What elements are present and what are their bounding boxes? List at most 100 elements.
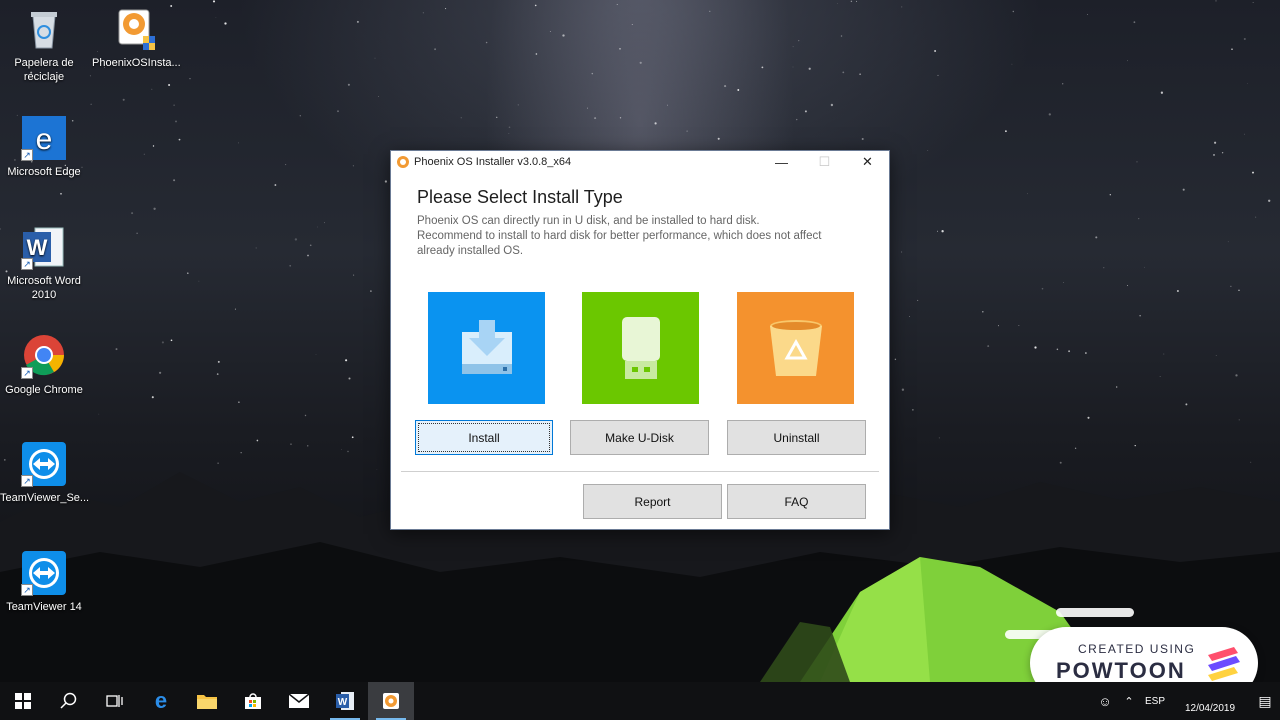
star xyxy=(1215,355,1217,356)
usb-drive-icon xyxy=(621,317,660,379)
clock[interactable]: 12/04/2019 xyxy=(1170,688,1250,715)
star xyxy=(1139,315,1141,317)
desktop-icon-chrome[interactable]: ↗ Google Chrome xyxy=(0,333,88,397)
star xyxy=(143,153,145,155)
star xyxy=(1048,113,1051,116)
star xyxy=(1005,130,1007,133)
star xyxy=(1027,193,1028,195)
star xyxy=(370,290,372,292)
divider xyxy=(401,471,879,472)
star xyxy=(901,251,903,253)
title-bar[interactable]: Phoenix OS Installer v3.0.8_x64 — ☐ ✕ xyxy=(391,151,889,173)
description: Phoenix OS can directly run in U disk, a… xyxy=(417,214,877,259)
star xyxy=(549,31,551,32)
star xyxy=(496,116,498,118)
star xyxy=(1012,10,1015,13)
star xyxy=(1087,14,1088,15)
star xyxy=(1160,91,1164,94)
star xyxy=(798,39,800,42)
make-udisk-tile[interactable] xyxy=(582,292,699,404)
windows-start-icon[interactable] xyxy=(0,682,46,720)
star xyxy=(274,184,277,186)
mail-icon[interactable] xyxy=(276,682,322,720)
star xyxy=(460,117,462,119)
star xyxy=(285,164,287,166)
desktop-icon-teamviewer-setup[interactable]: ↗ TeamViewer_Se... xyxy=(0,441,89,505)
desktop-icon-recycle-bin[interactable]: Papelera de reciclaje xyxy=(0,6,88,84)
star xyxy=(591,72,594,75)
star xyxy=(151,88,153,90)
star xyxy=(238,142,239,144)
star xyxy=(434,48,437,51)
star xyxy=(161,341,164,344)
uninstall-button[interactable]: Uninstall xyxy=(727,420,866,455)
desktop-icon-label: Microsoft Edge xyxy=(7,166,81,178)
people-icon[interactable]: ☺ xyxy=(1092,694,1118,709)
desktop-icon-teamviewer[interactable]: ↗ TeamViewer 14 xyxy=(0,550,88,614)
star xyxy=(1018,325,1020,326)
hard-disk-download-icon xyxy=(461,320,512,374)
chevron-up-icon[interactable]: ⌃ xyxy=(1118,695,1140,708)
edge-icon[interactable]: e xyxy=(138,682,184,720)
star xyxy=(299,115,301,117)
star xyxy=(353,274,355,276)
star xyxy=(352,165,354,167)
store-icon[interactable] xyxy=(230,682,276,720)
install-button[interactable]: Install xyxy=(415,420,553,455)
word-icon[interactable]: W xyxy=(322,682,368,720)
star xyxy=(654,122,657,125)
desktop-icon-word[interactable]: W ↗ Microsoft Word 2010 xyxy=(0,224,88,302)
make-udisk-button[interactable]: Make U-Disk xyxy=(570,420,709,455)
star xyxy=(122,98,125,101)
star xyxy=(1133,21,1136,24)
star xyxy=(422,12,424,14)
notification-icon[interactable]: ▤ xyxy=(1250,693,1280,710)
star xyxy=(517,104,519,106)
star xyxy=(216,373,219,375)
phoenix-installer-icon[interactable] xyxy=(368,682,414,720)
description-line: Recommend to install to hard disk for be… xyxy=(417,230,822,242)
install-tile[interactable] xyxy=(428,292,545,404)
star xyxy=(175,120,177,123)
minimize-button[interactable]: — xyxy=(760,151,803,173)
star xyxy=(189,78,191,80)
star xyxy=(1255,216,1257,218)
star xyxy=(445,8,447,10)
star xyxy=(619,48,621,50)
desktop-icon-label: PhoenixOSInsta... xyxy=(92,57,181,69)
star xyxy=(830,103,834,107)
desktop-icon-phoenix-installer[interactable]: PhoenixOSInsta... xyxy=(92,6,181,70)
star xyxy=(1244,133,1245,135)
recycle-bin-icon xyxy=(21,6,67,52)
star xyxy=(837,3,839,4)
taskbar: e W ☺ ⌃ ESP 12/04/2019 ▤ xyxy=(0,682,1280,720)
star xyxy=(535,53,538,55)
star xyxy=(1235,374,1238,377)
report-button[interactable]: Report xyxy=(583,484,722,519)
star xyxy=(1127,60,1128,62)
star xyxy=(187,272,189,274)
desktop-icon-edge[interactable]: e ↗ Microsoft Edge xyxy=(0,115,88,179)
star xyxy=(1109,194,1111,196)
description-line: Phoenix OS can directly run in U disk, a… xyxy=(417,215,760,227)
star xyxy=(804,110,807,113)
faq-button[interactable]: FAQ xyxy=(727,484,866,519)
star xyxy=(508,126,511,129)
description-line: already installed OS. xyxy=(417,245,524,257)
teamviewer-icon: ↗ xyxy=(21,441,67,487)
close-button[interactable]: ✕ xyxy=(846,151,889,173)
svg-text:e: e xyxy=(36,123,53,156)
star xyxy=(485,41,488,44)
file-explorer-icon[interactable] xyxy=(184,682,230,720)
task-view-icon[interactable] xyxy=(92,682,138,720)
star xyxy=(1034,346,1037,349)
star xyxy=(1227,241,1229,243)
star xyxy=(89,75,91,77)
shortcut-arrow-icon: ↗ xyxy=(21,475,33,487)
uninstall-tile[interactable] xyxy=(737,292,854,404)
star xyxy=(348,377,351,380)
search-icon[interactable] xyxy=(46,682,92,720)
star xyxy=(215,17,217,18)
star xyxy=(224,22,227,25)
language-indicator[interactable]: ESP xyxy=(1140,696,1170,707)
